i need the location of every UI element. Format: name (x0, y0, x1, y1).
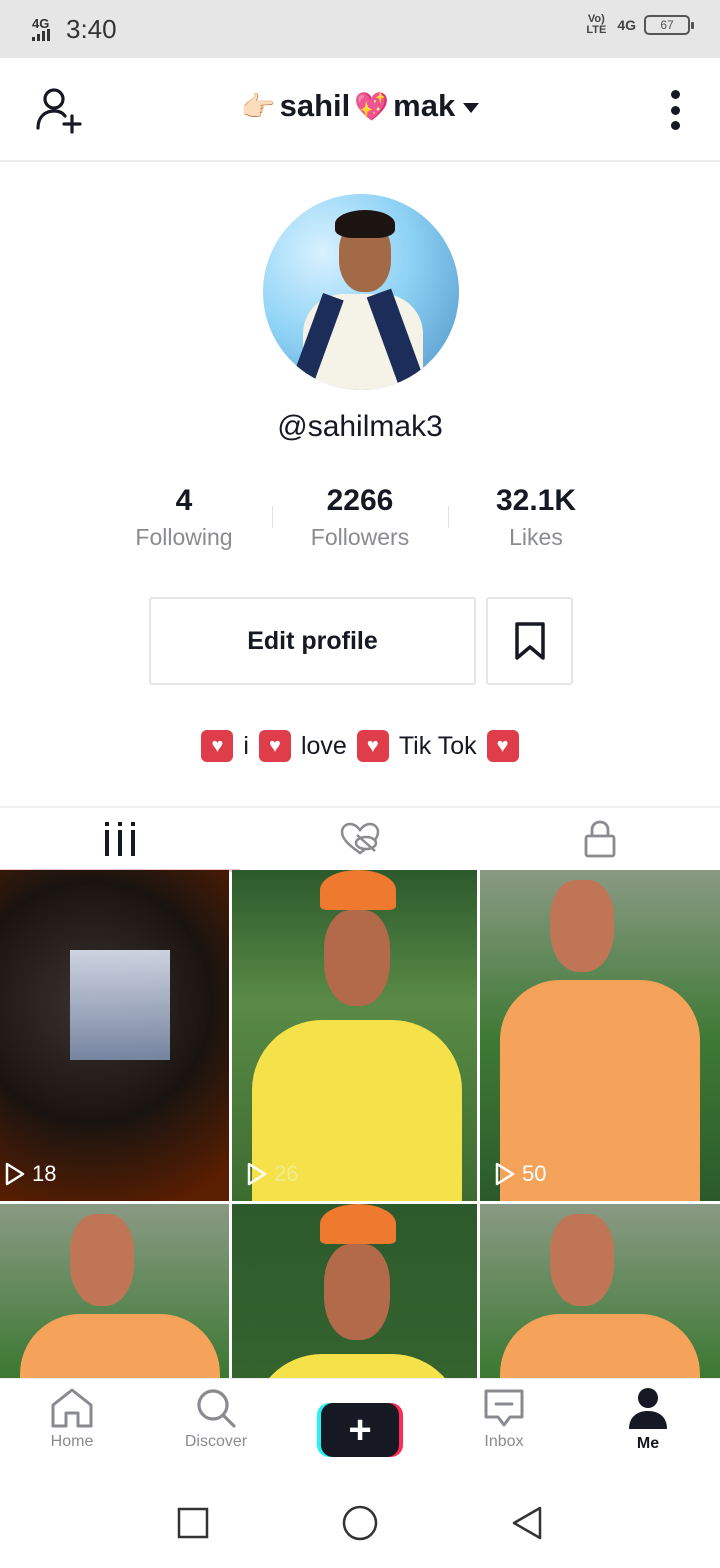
stat-value: 32.1K (495, 484, 577, 517)
heart-hidden-icon (340, 822, 380, 855)
stat-following[interactable]: 4 Following (96, 482, 272, 562)
search-icon (197, 1389, 236, 1428)
title-part1: sahil (279, 88, 351, 123)
stat-likes[interactable]: 32.1K Likes (448, 482, 624, 562)
nav-label: Home (50, 1433, 94, 1450)
home-circle-icon[interactable] (341, 1504, 379, 1542)
username: @sahilmak3 (277, 410, 443, 443)
title-part2: mak (393, 88, 456, 123)
bottom-nav: Home Discover + Inbox Me (0, 1378, 720, 1478)
profile-header: 👉🏻 sahil 💖 mak (0, 58, 720, 162)
video-thumbnail[interactable] (480, 1204, 720, 1378)
more-vertical-icon[interactable] (670, 90, 680, 130)
bio-word: i (243, 731, 249, 760)
lock-icon (584, 820, 616, 858)
pointing-hand-emoji: 👉🏻 (240, 90, 276, 122)
video-thumbnail[interactable]: 18 (0, 870, 229, 1201)
heart-emoji: 💖 (354, 90, 390, 122)
back-icon[interactable] (510, 1505, 544, 1541)
status-right: Vo) LTE 4G 67 (583, 13, 694, 36)
nav-create[interactable]: + (288, 1379, 432, 1478)
heart-emoji-icon: ♥ (356, 730, 389, 762)
stat-followers[interactable]: 2266 Followers (272, 482, 448, 562)
inbox-icon (484, 1389, 524, 1427)
nav-home[interactable]: Home (0, 1379, 144, 1478)
dot (670, 105, 680, 115)
status-bar: 4G 3:40 Vo) LTE 4G 67 (0, 0, 720, 58)
chevron-down-icon (463, 103, 480, 113)
video-grid: 18 26 50 (0, 870, 720, 1378)
stat-label: Followers (310, 524, 410, 550)
bookmark-icon (514, 622, 545, 660)
nav-me[interactable]: Me (576, 1379, 720, 1478)
tab-liked[interactable] (240, 808, 480, 870)
stat-value: 4 (175, 484, 193, 517)
battery-level: 67 (660, 18, 674, 32)
bookmark-button[interactable] (486, 597, 573, 685)
video-thumbnail[interactable] (232, 1204, 477, 1378)
stat-value: 2266 (326, 484, 394, 517)
grid-icon (105, 822, 135, 856)
thumbnail-image (320, 870, 396, 910)
thumbnail-image (20, 1314, 220, 1378)
status-left: 4G 3:40 (32, 14, 117, 45)
view-count: 26 (274, 1161, 299, 1186)
thumbnail-image (550, 880, 614, 972)
view-count: 18 (32, 1161, 57, 1186)
profile-bio: ♥ i ♥ love ♥ Tik Tok ♥ (0, 730, 720, 762)
nav-label: Inbox (484, 1433, 524, 1450)
tab-private[interactable] (480, 808, 720, 870)
volte-indicator: Vo) LTE (586, 13, 607, 36)
thumbnail-image (320, 1204, 396, 1244)
edit-profile-button[interactable]: Edit profile (149, 597, 476, 685)
bio-word: love (300, 731, 347, 760)
play-count: 18 (4, 1161, 56, 1187)
nav-discover[interactable]: Discover (144, 1379, 288, 1478)
tab-videos[interactable] (0, 808, 240, 872)
profile-tabs (0, 806, 720, 872)
video-thumbnail[interactable]: 26 (232, 870, 477, 1201)
plus-icon: + (321, 1403, 399, 1457)
play-count: 50 (494, 1161, 546, 1187)
signal-icon: 4G (32, 17, 60, 42)
play-icon (5, 1162, 25, 1186)
nav-label: Discover (184, 1433, 248, 1450)
nav-label: Me (636, 1435, 660, 1452)
nav-inbox[interactable]: Inbox (432, 1379, 576, 1478)
battery-icon: 67 (644, 15, 694, 35)
status-time: 3:40 (66, 14, 117, 44)
thumbnail-image (252, 1354, 462, 1378)
heart-emoji-icon: ♥ (486, 730, 519, 762)
system-nav-bar (0, 1478, 720, 1568)
video-thumbnail[interactable] (0, 1204, 229, 1378)
create-button[interactable]: + (317, 1403, 403, 1457)
thumbnail-image (500, 1314, 700, 1378)
heart-emoji-icon: ♥ (201, 730, 234, 762)
stat-label: Following (135, 524, 233, 550)
thumbnail-image (550, 1214, 614, 1306)
home-icon (51, 1388, 93, 1428)
bio-word: Tik Tok (398, 731, 477, 760)
play-count: 26 (246, 1161, 298, 1187)
avatar-hair (335, 210, 395, 238)
profile-stats: 4 Following 2266 Followers 32.1K Likes (96, 482, 624, 562)
thumbnail-image (70, 950, 170, 1060)
avatar[interactable] (263, 194, 459, 390)
thumbnail-image (70, 1214, 134, 1306)
thumbnail-image (324, 1244, 390, 1340)
video-thumbnail[interactable]: 50 (480, 870, 720, 1201)
recents-icon[interactable] (176, 1506, 210, 1540)
play-icon (495, 1162, 515, 1186)
play-icon (247, 1162, 267, 1186)
dot (670, 90, 680, 99)
account-switcher[interactable]: 👉🏻 sahil 💖 mak (0, 88, 720, 124)
dot (670, 121, 680, 130)
profile-icon (629, 1388, 667, 1429)
view-count: 50 (522, 1161, 547, 1186)
thumbnail-image (324, 910, 390, 1006)
heart-emoji-icon: ♥ (258, 730, 291, 762)
stat-label: Likes (509, 524, 563, 550)
network-right-label: 4G (617, 16, 636, 33)
